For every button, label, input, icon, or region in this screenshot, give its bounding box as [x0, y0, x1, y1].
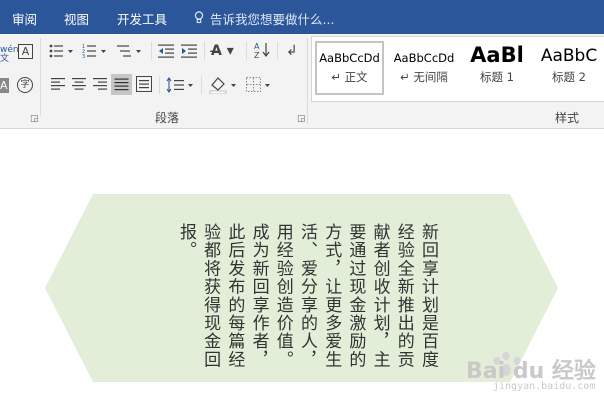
- svg-text:Z: Z: [254, 51, 260, 59]
- tab-view[interactable]: 视图: [64, 9, 89, 28]
- tab-developer[interactable]: 开发工具: [117, 9, 167, 28]
- tab-review[interactable]: 审阅: [12, 9, 37, 28]
- increase-indent-icon[interactable]: [181, 43, 199, 63]
- style-heading-2-preview: AaBbC: [540, 46, 598, 66]
- align-right-icon[interactable]: [93, 77, 107, 95]
- distributed-icon[interactable]: [136, 76, 152, 96]
- style-normal-name: ↵ 正文: [331, 70, 368, 84]
- tell-me-search[interactable]: 告诉我您想要做什么...: [194, 9, 334, 28]
- baidu-watermark-url: jingyan.baidu.com: [493, 381, 596, 392]
- align-left-icon[interactable]: [51, 77, 65, 95]
- bullet-list-icon[interactable]: [49, 43, 73, 63]
- style-heading-1-preview: AaBl: [470, 43, 524, 67]
- style-normal[interactable]: AaBbCcDd ↵ 正文: [315, 41, 384, 95]
- styles-group-label: 样式: [555, 111, 580, 125]
- character-shading-icon[interactable]: A: [0, 78, 9, 93]
- style-no-spacing-preview: AaBbCcDd: [393, 51, 455, 65]
- shading-icon[interactable]: [209, 76, 239, 98]
- style-no-spacing[interactable]: AaBbCcDd ↵ 无间隔: [390, 41, 458, 95]
- styles-gallery: AaBbCcDd ↵ 正文 AaBbCcDd ↵ 无间隔 AaBl 标题 1 A…: [311, 36, 604, 102]
- style-heading-1[interactable]: AaBl 标题 1: [463, 41, 531, 95]
- align-center-icon[interactable]: [72, 77, 86, 95]
- lightbulb-icon: [194, 11, 208, 27]
- hexagon-text: 新回享计划是百度经验全新推出的贡献者创收计划，主要通过现金激励的方式，让更多爱生…: [175, 223, 438, 369]
- svg-text:A: A: [254, 42, 260, 51]
- svg-text:3: 3: [82, 54, 85, 59]
- style-normal-preview: AaBbCcDd: [319, 51, 380, 65]
- ribbon-tab-bar: 审阅 视图 开发工具 告诉我您想要做什么...: [0, 0, 604, 34]
- paragraph-dialog-launcher-icon[interactable]: ◲: [297, 114, 306, 124]
- sort-icon[interactable]: AZ: [254, 41, 270, 63]
- borders-icon[interactable]: [246, 77, 274, 97]
- phonetic-guide-icon[interactable]: wén 文: [0, 46, 19, 64]
- style-heading-1-name: 标题 1: [480, 70, 514, 84]
- ribbon: wén 文 A A 字 123 A̶ ▾ AZ ↲ ◲ 段落 ◲ AaBbCcD…: [0, 34, 604, 129]
- style-no-spacing-name: ↵ 无间隔: [400, 70, 448, 84]
- paragraph-group-label: 段落: [155, 111, 180, 125]
- style-heading-2[interactable]: AaBbC 标题 2: [535, 41, 603, 95]
- line-spacing-icon[interactable]: [166, 77, 196, 97]
- justify-icon[interactable]: [111, 74, 132, 95]
- numbered-list-icon[interactable]: 123: [82, 43, 108, 63]
- font-dialog-launcher-icon[interactable]: ◲: [30, 114, 39, 124]
- multilevel-list-icon[interactable]: [117, 43, 143, 63]
- tell-me-text: 告诉我您想要做什么...: [210, 12, 335, 27]
- character-border-icon[interactable]: A: [18, 44, 33, 59]
- paragraph-mark-icon[interactable]: ↲: [286, 43, 298, 59]
- enclose-characters-icon[interactable]: 字: [17, 77, 33, 93]
- decrease-indent-icon[interactable]: [158, 43, 176, 63]
- chinese-layout-icon[interactable]: A̶ ▾: [211, 43, 234, 59]
- style-heading-2-name: 标题 2: [552, 70, 586, 84]
